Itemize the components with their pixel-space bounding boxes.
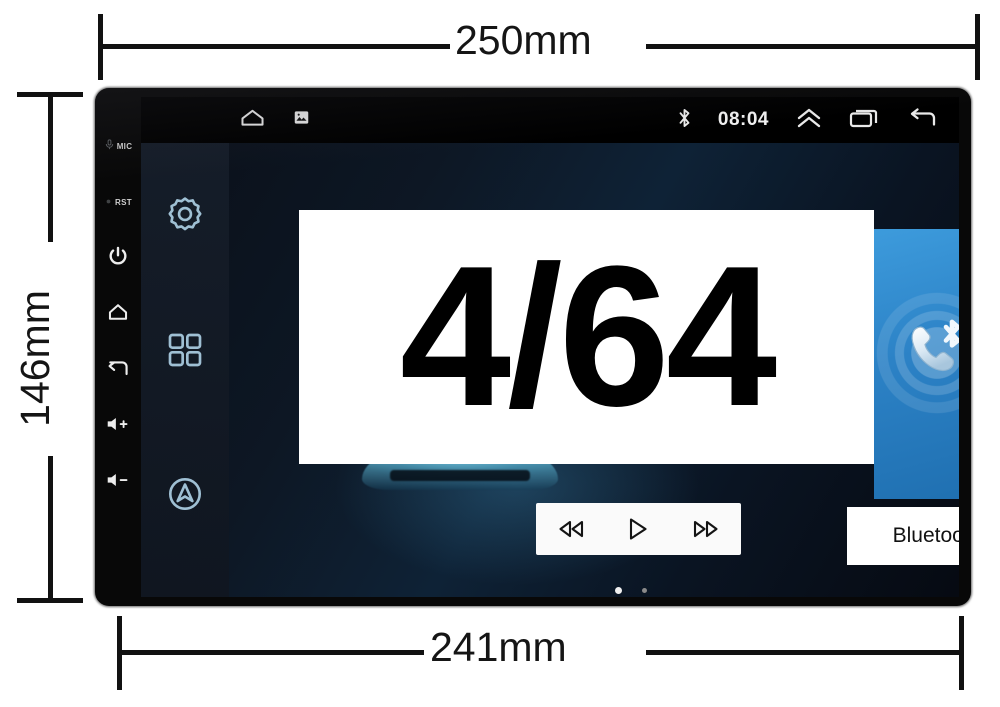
home-icon: [107, 302, 129, 327]
dimension-line-left-lower: [48, 456, 53, 601]
navigation-icon[interactable]: [141, 450, 229, 538]
home-button[interactable]: [95, 286, 141, 342]
hardware-button-bezel: MIC RST: [95, 88, 141, 606]
dimension-label-width-bottom: 241mm: [430, 624, 567, 670]
chevron-up-double-icon[interactable]: [795, 107, 823, 134]
screenshot-root: 250mm 146mm 241mm MIC RST 08:04 Bluetoo …: [0, 0, 1000, 707]
page-dot-inactive[interactable]: [642, 588, 647, 593]
media-control-bar: [536, 503, 741, 555]
mic-label: MIC: [95, 118, 141, 174]
screenshot-icon[interactable]: [294, 110, 309, 130]
bluetooth-label-panel: Bluetooth: [847, 507, 959, 565]
recent-apps-icon[interactable]: [849, 107, 881, 134]
dimension-line-bottom-left: [119, 650, 424, 655]
dimension-line-top-left: [100, 44, 450, 49]
play-button[interactable]: [625, 516, 651, 542]
back-button[interactable]: [95, 342, 141, 398]
volume-down-icon: [106, 471, 130, 494]
power-button[interactable]: [95, 230, 141, 286]
mic-icon: [104, 137, 115, 155]
bluetooth-label: Bluetooth: [892, 524, 959, 547]
bluetooth-widget-tile[interactable]: [874, 229, 959, 499]
volume-down-button[interactable]: [95, 454, 141, 510]
page-dot-active[interactable]: [615, 587, 622, 594]
power-icon: [107, 245, 129, 272]
back-arrow-icon: [106, 358, 130, 383]
dimension-label-width-top: 250mm: [455, 17, 592, 63]
bluetooth-icon[interactable]: [677, 107, 692, 134]
next-track-button[interactable]: [690, 517, 722, 541]
settings-gear-icon[interactable]: [141, 170, 229, 258]
app-grid-icon[interactable]: [141, 306, 229, 394]
volume-up-button[interactable]: [95, 398, 141, 454]
capacity-overlay: 4/64: [299, 210, 874, 464]
touchscreen-display[interactable]: 08:04 Bluetoo 4/64: [141, 97, 959, 597]
home-icon[interactable]: [239, 107, 266, 133]
reset-text: RST: [115, 197, 132, 207]
car-wallpaper-grille: [390, 469, 530, 481]
clock: 08:04: [717, 109, 769, 130]
capacity-text: 4/64: [399, 225, 777, 448]
status-bar-left-icons: [239, 107, 309, 133]
left-dock: [141, 128, 229, 597]
reset-pinhole-icon: [104, 193, 113, 211]
car-head-unit-device: MIC RST 08:04 Bluetoo 4/64: [95, 88, 971, 606]
mic-text: MIC: [116, 141, 133, 151]
back-arrow-icon[interactable]: [907, 107, 937, 134]
dimension-line-left-upper: [48, 94, 53, 242]
dimension-label-height-left: 146mm: [11, 290, 58, 427]
volume-up-icon: [106, 415, 130, 438]
reset-label[interactable]: RST: [95, 174, 141, 230]
status-bar: 08:04: [141, 97, 959, 143]
page-indicator-dots: [615, 587, 647, 594]
dimension-line-top-right: [646, 44, 978, 49]
status-bar-right-icons: 08:04: [677, 107, 937, 134]
dimension-line-bottom-right: [646, 650, 962, 655]
previous-track-button[interactable]: [555, 517, 587, 541]
bluetooth-phone-icon: [899, 319, 959, 388]
